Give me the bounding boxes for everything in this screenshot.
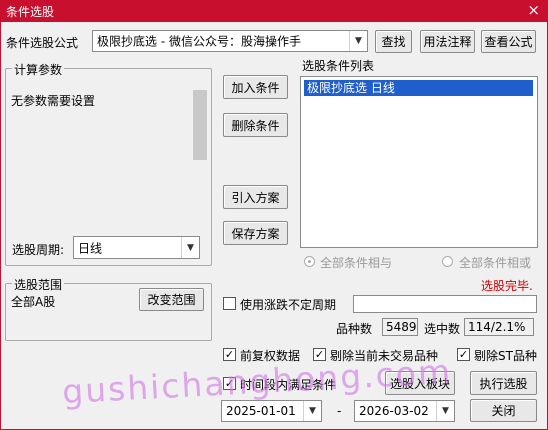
radio-and[interactable] xyxy=(304,256,315,267)
selected-count-value: 114/2.1% xyxy=(468,320,526,334)
start-date-picker[interactable]: 2025-01-01 ▼ xyxy=(221,400,322,422)
status-text: 选股完毕. xyxy=(481,279,533,293)
period-select-value: 日线 xyxy=(78,241,103,255)
period-input[interactable] xyxy=(353,295,537,313)
forward-adjust-label: 前复权数据 xyxy=(240,349,301,363)
use-period-label: 使用涨跌不定周期 xyxy=(240,298,337,312)
use-period-checkbox[interactable] xyxy=(223,297,236,310)
formula-select[interactable]: 极限抄底选 - 微信公众号：股海操作手 ▼ xyxy=(92,30,368,52)
selected-count-box: 114/2.1% xyxy=(464,318,534,336)
range-legend: 选股范围 xyxy=(12,276,65,293)
end-date-picker[interactable]: 2026-03-02 ▼ xyxy=(354,400,455,422)
list-item[interactable]: 极限抄底选 日线 xyxy=(304,80,533,96)
radio-and-label: 全部条件相与 xyxy=(320,256,393,270)
chevron-down-icon[interactable]: ▼ xyxy=(303,401,321,421)
range-text: 全部A股 xyxy=(11,295,56,309)
add-condition-button[interactable]: 加入条件 xyxy=(223,75,288,99)
stock-count-box: 5489 xyxy=(382,318,418,336)
radio-or[interactable] xyxy=(442,256,453,267)
params-text: 无参数需要设置 xyxy=(11,94,96,108)
execute-button[interactable]: 执行选股 xyxy=(470,371,537,395)
exclude-st-checkbox[interactable]: ✓ xyxy=(457,348,470,361)
conditions-list[interactable]: 极限抄底选 日线 xyxy=(300,76,538,248)
import-plan-button[interactable]: 引入方案 xyxy=(223,185,288,209)
time-range-checkbox[interactable]: ✓ xyxy=(223,377,236,390)
params-legend: 计算参数 xyxy=(12,61,65,78)
view-formula-button[interactable]: 查看公式 xyxy=(481,30,536,53)
title-bar: 条件选股 × xyxy=(0,0,548,22)
time-range-label: 时间段内满足条件 xyxy=(240,378,337,392)
chevron-down-icon[interactable]: ▼ xyxy=(349,31,367,51)
chevron-down-icon[interactable]: ▼ xyxy=(436,401,454,421)
close-button[interactable]: 关闭 xyxy=(470,399,537,422)
check-icon: ✓ xyxy=(224,348,235,361)
stock-count-value: 5489 xyxy=(386,320,417,334)
check-icon: ✓ xyxy=(314,348,325,361)
delete-condition-button[interactable]: 删除条件 xyxy=(223,113,288,137)
change-range-button[interactable]: 改变范围 xyxy=(139,288,204,311)
exclude-untraded-label: 剔除当前未交易品种 xyxy=(330,349,439,363)
conditions-label: 选股条件列表 xyxy=(302,59,375,73)
stock-count-label: 品种数 xyxy=(336,322,373,336)
period-label: 选股周期: xyxy=(12,243,65,257)
formula-label: 条件选股公式 xyxy=(6,36,79,50)
window-title: 条件选股 xyxy=(6,5,55,19)
to-block-button[interactable]: 选股入板块 xyxy=(385,371,455,395)
radio-or-label: 全部条件相或 xyxy=(459,256,532,270)
chevron-down-icon[interactable]: ▼ xyxy=(181,237,199,258)
formula-select-value: 极限抄底选 - 微信公众号：股海操作手 xyxy=(97,34,301,49)
exclude-untraded-checkbox[interactable]: ✓ xyxy=(313,348,326,361)
check-icon: ✓ xyxy=(224,377,235,390)
close-icon[interactable]: × xyxy=(527,1,540,19)
usage-notes-button[interactable]: 用法注释 xyxy=(420,30,475,53)
period-select[interactable]: 日线 ▼ xyxy=(73,236,200,259)
save-plan-button[interactable]: 保存方案 xyxy=(223,221,288,245)
find-button[interactable]: 查找 xyxy=(375,30,412,53)
forward-adjust-checkbox[interactable]: ✓ xyxy=(223,348,236,361)
exclude-st-label: 剔除ST品种 xyxy=(474,349,537,363)
date-separator: - xyxy=(337,404,342,418)
end-date-value: 2026-03-02 xyxy=(359,404,429,418)
check-icon: ✓ xyxy=(458,348,469,361)
params-scrollbar[interactable] xyxy=(193,90,207,160)
selected-count-label: 选中数 xyxy=(424,322,461,336)
start-date-value: 2025-01-01 xyxy=(226,404,296,418)
